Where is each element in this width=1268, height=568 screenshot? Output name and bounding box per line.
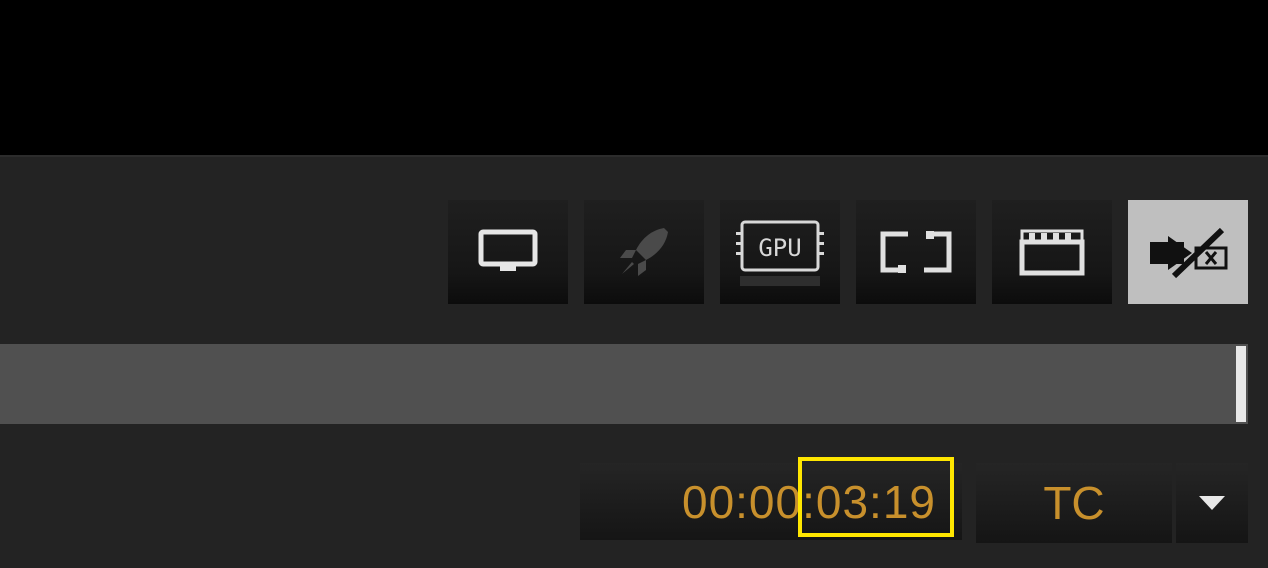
gpu-icon: GPU — [736, 220, 824, 286]
gpu-button[interactable]: GPU — [720, 200, 840, 304]
rocket-button[interactable] — [584, 200, 704, 304]
export-disabled-icon — [1150, 227, 1228, 279]
clapperboard-icon — [1019, 229, 1085, 276]
gpu-label: GPU — [758, 234, 801, 262]
timecode-display[interactable]: 00:00:03:19 — [580, 463, 962, 540]
rocket-icon — [620, 228, 668, 276]
clapperboard-button[interactable] — [992, 200, 1112, 304]
loop-icon — [880, 231, 952, 273]
chevron-down-icon — [1199, 496, 1225, 510]
preview-area — [0, 0, 1268, 155]
timecode-mode-dropdown-button[interactable] — [1176, 463, 1248, 543]
timecode-mode-label: TC — [1043, 477, 1105, 529]
export-toggle-button[interactable] — [1128, 200, 1248, 304]
playback-progress-bar[interactable] — [0, 344, 1248, 424]
playhead-handle[interactable] — [1236, 346, 1246, 422]
monitor-button[interactable] — [448, 200, 568, 304]
loop-button[interactable] — [856, 200, 976, 304]
timecode-value: 00:00:03:19 — [681, 475, 936, 528]
timecode-mode-select[interactable]: TC — [976, 463, 1172, 543]
monitor-icon — [478, 229, 538, 271]
